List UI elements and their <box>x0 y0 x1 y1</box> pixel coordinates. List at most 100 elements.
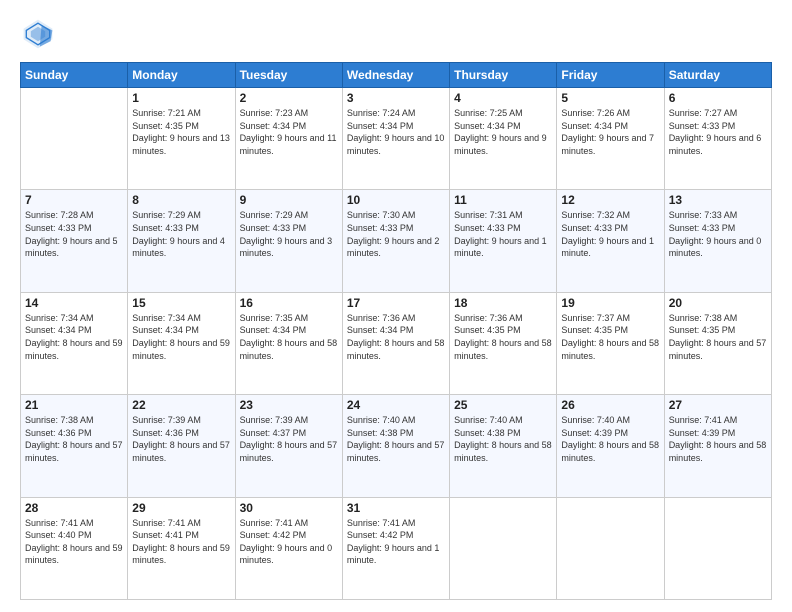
day-info: Sunrise: 7:40 AMSunset: 4:38 PMDaylight:… <box>347 414 445 464</box>
week-row-1: 1Sunrise: 7:21 AMSunset: 4:35 PMDaylight… <box>21 88 772 190</box>
day-info: Sunrise: 7:33 AMSunset: 4:33 PMDaylight:… <box>669 209 767 259</box>
day-number: 29 <box>132 501 230 515</box>
weekday-header-monday: Monday <box>128 63 235 88</box>
weekday-header-friday: Friday <box>557 63 664 88</box>
day-number: 1 <box>132 91 230 105</box>
weekday-header-thursday: Thursday <box>450 63 557 88</box>
day-info: Sunrise: 7:37 AMSunset: 4:35 PMDaylight:… <box>561 312 659 362</box>
day-info: Sunrise: 7:35 AMSunset: 4:34 PMDaylight:… <box>240 312 338 362</box>
header <box>20 16 772 52</box>
day-number: 27 <box>669 398 767 412</box>
day-number: 23 <box>240 398 338 412</box>
day-cell: 4 Sunrise: 7:25 AMSunset: 4:34 PMDaylight… <box>450 88 557 190</box>
logo-icon <box>20 16 56 52</box>
weekday-header-row: SundayMondayTuesdayWednesdayThursdayFrid… <box>21 63 772 88</box>
weekday-header-saturday: Saturday <box>664 63 771 88</box>
day-number: 2 <box>240 91 338 105</box>
day-cell: 17Sunrise: 7:36 AMSunset: 4:34 PMDayligh… <box>342 292 449 394</box>
day-info: Sunrise: 7:34 AMSunset: 4:34 PMDaylight:… <box>132 312 230 362</box>
day-number: 20 <box>669 296 767 310</box>
day-cell: 9 Sunrise: 7:29 AMSunset: 4:33 PMDaylight… <box>235 190 342 292</box>
day-cell: 1Sunrise: 7:21 AMSunset: 4:35 PMDaylight… <box>128 88 235 190</box>
day-info: Sunrise: 7:41 AMSunset: 4:42 PMDaylight:… <box>240 517 338 567</box>
day-number: 11 <box>454 193 552 207</box>
day-info: Sunrise: 7:29 AMSunset: 4:33 PMDaylight:… <box>240 209 338 259</box>
day-info: Sunrise: 7:38 AMSunset: 4:36 PMDaylight:… <box>25 414 123 464</box>
calendar-table: SundayMondayTuesdayWednesdayThursdayFrid… <box>20 62 772 600</box>
logo <box>20 16 62 52</box>
day-number: 22 <box>132 398 230 412</box>
day-info: Sunrise: 7:41 AMSunset: 4:41 PMDaylight:… <box>132 517 230 567</box>
day-number: 9 <box>240 193 338 207</box>
day-number: 4 <box>454 91 552 105</box>
day-info: Sunrise: 7:30 AMSunset: 4:33 PMDaylight:… <box>347 209 445 259</box>
day-cell: 16 Sunrise: 7:35 AMSunset: 4:34 PMDayligh… <box>235 292 342 394</box>
day-number: 3 <box>347 91 445 105</box>
day-cell: 7Sunrise: 7:28 AMSunset: 4:33 PMDaylight… <box>21 190 128 292</box>
day-cell: 14 Sunrise: 7:34 AMSunset: 4:34 PMDayligh… <box>21 292 128 394</box>
day-cell: 23 Sunrise: 7:39 AMSunset: 4:37 PMDayligh… <box>235 395 342 497</box>
day-number: 30 <box>240 501 338 515</box>
day-cell: 3 Sunrise: 7:24 AMSunset: 4:34 PMDaylight… <box>342 88 449 190</box>
day-number: 16 <box>240 296 338 310</box>
day-number: 24 <box>347 398 445 412</box>
day-info: Sunrise: 7:41 AMSunset: 4:40 PMDaylight:… <box>25 517 123 567</box>
day-number: 6 <box>669 91 767 105</box>
weekday-header-sunday: Sunday <box>21 63 128 88</box>
weekday-header-wednesday: Wednesday <box>342 63 449 88</box>
day-info: Sunrise: 7:32 AMSunset: 4:33 PMDaylight:… <box>561 209 659 259</box>
day-cell: 12 Sunrise: 7:32 AMSunset: 4:33 PMDayligh… <box>557 190 664 292</box>
day-info: Sunrise: 7:23 AMSunset: 4:34 PMDaylight:… <box>240 107 338 157</box>
week-row-5: 28Sunrise: 7:41 AMSunset: 4:40 PMDayligh… <box>21 497 772 599</box>
day-info: Sunrise: 7:31 AMSunset: 4:33 PMDaylight:… <box>454 209 552 259</box>
day-number: 19 <box>561 296 659 310</box>
day-cell: 27 Sunrise: 7:41 AMSunset: 4:39 PMDayligh… <box>664 395 771 497</box>
day-info: Sunrise: 7:40 AMSunset: 4:38 PMDaylight:… <box>454 414 552 464</box>
day-cell: 10 Sunrise: 7:30 AMSunset: 4:33 PMDayligh… <box>342 190 449 292</box>
day-cell: 11 Sunrise: 7:31 AMSunset: 4:33 PMDayligh… <box>450 190 557 292</box>
day-info: Sunrise: 7:24 AMSunset: 4:34 PMDaylight:… <box>347 107 445 157</box>
day-cell: 15 Sunrise: 7:34 AMSunset: 4:34 PMDayligh… <box>128 292 235 394</box>
day-info: Sunrise: 7:36 AMSunset: 4:35 PMDaylight:… <box>454 312 552 362</box>
day-cell: 19 Sunrise: 7:37 AMSunset: 4:35 PMDayligh… <box>557 292 664 394</box>
day-number: 31 <box>347 501 445 515</box>
day-number: 14 <box>25 296 123 310</box>
day-number: 21 <box>25 398 123 412</box>
day-info: Sunrise: 7:40 AMSunset: 4:39 PMDaylight:… <box>561 414 659 464</box>
day-number: 10 <box>347 193 445 207</box>
week-row-3: 14 Sunrise: 7:34 AMSunset: 4:34 PMDayligh… <box>21 292 772 394</box>
day-cell <box>664 497 771 599</box>
day-cell <box>21 88 128 190</box>
day-cell: 24 Sunrise: 7:40 AMSunset: 4:38 PMDayligh… <box>342 395 449 497</box>
day-info: Sunrise: 7:28 AMSunset: 4:33 PMDaylight:… <box>25 209 123 259</box>
day-number: 13 <box>669 193 767 207</box>
week-row-2: 7Sunrise: 7:28 AMSunset: 4:33 PMDaylight… <box>21 190 772 292</box>
day-number: 5 <box>561 91 659 105</box>
day-info: Sunrise: 7:39 AMSunset: 4:37 PMDaylight:… <box>240 414 338 464</box>
day-cell <box>450 497 557 599</box>
day-cell: 21 Sunrise: 7:38 AMSunset: 4:36 PMDayligh… <box>21 395 128 497</box>
day-cell: 29 Sunrise: 7:41 AMSunset: 4:41 PMDayligh… <box>128 497 235 599</box>
day-info: Sunrise: 7:25 AMSunset: 4:34 PMDaylight:… <box>454 107 552 157</box>
day-cell: 8 Sunrise: 7:29 AMSunset: 4:33 PMDaylight… <box>128 190 235 292</box>
day-cell: 30 Sunrise: 7:41 AMSunset: 4:42 PMDayligh… <box>235 497 342 599</box>
day-cell: 13 Sunrise: 7:33 AMSunset: 4:33 PMDayligh… <box>664 190 771 292</box>
day-cell: 6 Sunrise: 7:27 AMSunset: 4:33 PMDaylight… <box>664 88 771 190</box>
day-info: Sunrise: 7:39 AMSunset: 4:36 PMDaylight:… <box>132 414 230 464</box>
day-cell: 31Sunrise: 7:41 AMSunset: 4:42 PMDayligh… <box>342 497 449 599</box>
day-info: Sunrise: 7:38 AMSunset: 4:35 PMDaylight:… <box>669 312 767 362</box>
day-cell: 18Sunrise: 7:36 AMSunset: 4:35 PMDayligh… <box>450 292 557 394</box>
day-cell: 28Sunrise: 7:41 AMSunset: 4:40 PMDayligh… <box>21 497 128 599</box>
day-info: Sunrise: 7:27 AMSunset: 4:33 PMDaylight:… <box>669 107 767 157</box>
day-info: Sunrise: 7:29 AMSunset: 4:33 PMDaylight:… <box>132 209 230 259</box>
day-info: Sunrise: 7:34 AMSunset: 4:34 PMDaylight:… <box>25 312 123 362</box>
day-cell: 22 Sunrise: 7:39 AMSunset: 4:36 PMDayligh… <box>128 395 235 497</box>
day-number: 15 <box>132 296 230 310</box>
day-info: Sunrise: 7:41 AMSunset: 4:39 PMDaylight:… <box>669 414 767 464</box>
weekday-header-tuesday: Tuesday <box>235 63 342 88</box>
day-cell <box>557 497 664 599</box>
day-number: 12 <box>561 193 659 207</box>
day-info: Sunrise: 7:36 AMSunset: 4:34 PMDaylight:… <box>347 312 445 362</box>
day-number: 8 <box>132 193 230 207</box>
day-cell: 5Sunrise: 7:26 AMSunset: 4:34 PMDaylight… <box>557 88 664 190</box>
